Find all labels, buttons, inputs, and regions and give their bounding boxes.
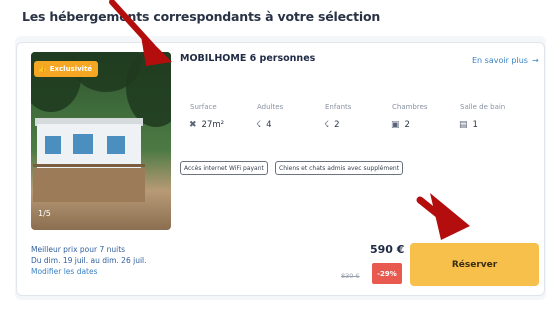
bed-icon: ▣ (391, 120, 400, 130)
listing-photo[interactable] (31, 52, 171, 230)
more-info-link[interactable]: En savoir plus → (472, 56, 539, 65)
discount-badge: -29% (372, 263, 402, 284)
spec-adults: ☇ 4 (256, 120, 272, 130)
adult-icon: ☇ (256, 120, 262, 130)
price: 590 € (370, 243, 405, 256)
spec-bathroom: ▤ 1 (459, 120, 478, 130)
tag-wifi: Accès internet WiFi payant (180, 161, 268, 175)
best-price-info: Meilleur prix pour 7 nuits Du dim. 19 ju… (31, 245, 147, 277)
spec-label-adults: Adultes (257, 103, 284, 111)
modify-dates-link[interactable]: Modifier les dates (31, 266, 147, 277)
thumbs-up-icon: 👍 (38, 65, 47, 73)
arrow-right-icon: → (531, 56, 539, 65)
spec-bedrooms: ▣ 2 (391, 120, 410, 130)
page-title: Les hébergements correspondants à votre … (22, 9, 381, 24)
old-price: 830 € (341, 272, 360, 280)
tag-pets: Chiens et chats admis avec supplément (275, 161, 404, 175)
spec-label-bedrooms: Chambres (392, 103, 428, 111)
spec-label-bathroom: Salle de bain (460, 103, 506, 111)
listing-title: MOBILHOME 6 personnes (180, 53, 316, 64)
spec-label-children: Enfants (325, 103, 352, 111)
child-icon: ☇ (324, 120, 330, 130)
photo-counter: 1/5 (38, 209, 51, 218)
surface-icon: ✖ (189, 120, 197, 130)
spec-children: ☇ 2 (324, 120, 340, 130)
spec-surface: ✖ 27m² (189, 120, 225, 130)
exclusive-badge: 👍 Exclusivité (34, 61, 99, 77)
spec-label-surface: Surface (190, 103, 217, 111)
bath-icon: ▤ (459, 120, 468, 130)
reserve-button[interactable]: Réserver (410, 243, 539, 286)
